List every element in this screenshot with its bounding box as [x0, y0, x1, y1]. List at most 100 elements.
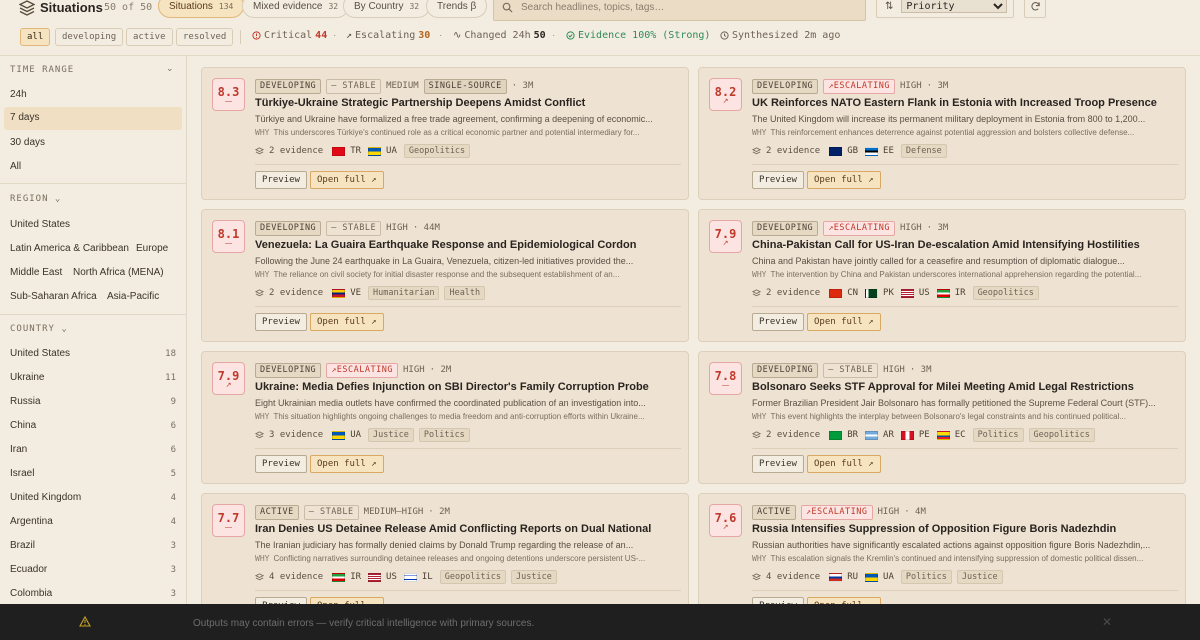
- headline[interactable]: Venezuela: La Guaira Earthquake Response…: [255, 239, 681, 251]
- preview-button[interactable]: Preview: [255, 171, 307, 189]
- flag-br-icon: [829, 430, 843, 440]
- open-full-button[interactable]: Open full ↗: [310, 313, 384, 331]
- open-full-button[interactable]: Open full ↗: [807, 313, 881, 331]
- tab-by-country[interactable]: By Country 32: [343, 0, 431, 18]
- tab-count: 32: [409, 1, 420, 11]
- preview-button[interactable]: Preview: [752, 171, 804, 189]
- time-7-days[interactable]: 7 days: [4, 107, 182, 130]
- country-item[interactable]: Iran 6: [0, 444, 186, 458]
- trend-icon: ↗: [722, 523, 729, 531]
- why-label: WHY: [255, 554, 270, 563]
- divider: [255, 306, 681, 307]
- divider: [0, 314, 186, 315]
- region-item[interactable]: Middle East: [10, 267, 62, 278]
- preview-button[interactable]: Preview: [752, 313, 804, 331]
- country-item[interactable]: Ukraine 11: [0, 372, 186, 386]
- evidence-count: 2 evidence: [766, 430, 821, 440]
- headline[interactable]: Russia Intensifies Suppression of Opposi…: [752, 523, 1178, 535]
- sort-select[interactable]: Priority: [901, 0, 1008, 13]
- region-item[interactable]: Europe: [136, 243, 168, 254]
- region-item[interactable]: North Africa (MENA): [73, 267, 164, 278]
- trend-icon: —: [225, 523, 232, 531]
- open-full-button[interactable]: Open full ↗: [310, 171, 384, 189]
- stat-label: Critical: [264, 30, 313, 41]
- country-item[interactable]: Argentina 4: [0, 516, 186, 530]
- country-title[interactable]: COUNTRY ⌄: [10, 324, 68, 334]
- country-code: GB: [847, 146, 859, 156]
- topic-tag[interactable]: Politics: [900, 570, 952, 584]
- why-body: This escalation signals the Kremlin's co…: [770, 554, 1144, 563]
- situation-card[interactable]: 7.8— DEVELOPING — STABLE HIGH · 3M Bolsonaro …: [698, 351, 1186, 484]
- topic-tag[interactable]: Justice: [956, 570, 1003, 584]
- situation-card[interactable]: 8.3— DEVELOPING — STABLE MEDIUM SINGLE-SOURC…: [201, 67, 689, 200]
- filter-all[interactable]: all: [20, 28, 51, 46]
- divider: [752, 164, 1178, 165]
- situation-card[interactable]: 7.9 ↗ DEVELOPING ↗ESCALATING HIGH · 2M Ukraine…: [201, 351, 689, 484]
- country-item[interactable]: Ecuador 3: [0, 564, 186, 578]
- tab-mixed-evidence[interactable]: Mixed evidence 32: [242, 0, 350, 18]
- preview-button[interactable]: Preview: [255, 313, 307, 331]
- filter-active[interactable]: active: [126, 28, 173, 46]
- headline[interactable]: China-Pakistan Call for US-Iran De-escal…: [752, 239, 1178, 251]
- region-item[interactable]: Sub-Saharan Africa: [10, 291, 97, 302]
- tab-count: 32: [328, 1, 339, 11]
- country-item[interactable]: China 6: [0, 420, 186, 434]
- region-title[interactable]: REGION ⌄: [10, 194, 61, 204]
- topic-tag[interactable]: Geopolitics: [439, 570, 507, 584]
- headline[interactable]: Bolsonaro Seeks STF Approval for Milei M…: [752, 381, 1178, 393]
- filter-developing[interactable]: developing: [55, 28, 124, 46]
- topic-tag[interactable]: Geopolitics: [403, 144, 471, 158]
- headline[interactable]: Türkiye-Ukraine Strategic Partnership De…: [255, 97, 681, 109]
- time-30-days[interactable]: 30 days: [10, 137, 45, 148]
- refresh-button[interactable]: [1024, 0, 1046, 18]
- topic-tag[interactable]: Geopolitics: [972, 286, 1039, 300]
- headline[interactable]: Iran Denies US Detainee Release Amid Con…: [255, 523, 681, 535]
- topic-tag[interactable]: Justice: [368, 428, 414, 442]
- chevron-down-icon[interactable]: ⌄: [166, 63, 174, 74]
- country-item[interactable]: Colombia 3: [0, 588, 186, 602]
- tab-trends[interactable]: Trends β: [426, 0, 488, 18]
- close-icon[interactable]: ✕: [1102, 615, 1112, 629]
- preview-button[interactable]: Preview: [752, 455, 804, 473]
- topic-tag[interactable]: Humanitarian: [368, 286, 440, 300]
- region-item[interactable]: United States: [10, 219, 70, 230]
- age-label: · 2M: [428, 507, 450, 517]
- headline[interactable]: Ukraine: Media Defies Injunction on SBI …: [255, 381, 681, 393]
- headline[interactable]: UK Reinforces NATO Eastern Flank in Esto…: [752, 97, 1178, 109]
- stat-label: Escalating: [355, 30, 416, 41]
- situation-card[interactable]: 8.2 ↗ DEVELOPING ↗ESCALATING HIGH · 3M UK Rein…: [698, 67, 1186, 200]
- open-full-button[interactable]: Open full ↗: [807, 171, 881, 189]
- evidence-row: 2 evidence BR AR PE EC Politics Geopolitics: [752, 428, 1095, 442]
- topic-tag[interactable]: Politics: [972, 428, 1024, 442]
- country-item[interactable]: Israel 5: [0, 468, 186, 482]
- preview-button[interactable]: Preview: [255, 455, 307, 473]
- tab-situations[interactable]: Situations 134: [158, 0, 245, 18]
- region-item[interactable]: Latin America & Caribbean: [10, 243, 129, 254]
- country-item[interactable]: United States 18: [0, 348, 186, 362]
- situation-card[interactable]: 8.1— DEVELOPING — STABLE HIGH · 44M Venezuela…: [201, 209, 689, 342]
- divider: [255, 590, 681, 591]
- situation-card[interactable]: 7.9 ↗ DEVELOPING ↗ESCALATING HIGH · 3M China-P…: [698, 209, 1186, 342]
- country-item[interactable]: Brazil 3: [0, 540, 186, 554]
- country-item[interactable]: United Kingdom 4: [0, 492, 186, 506]
- clock-icon: [720, 31, 729, 40]
- topic-tag[interactable]: Politics: [418, 428, 470, 442]
- topic-tag[interactable]: Health: [444, 286, 486, 300]
- why-label: WHY: [752, 554, 767, 563]
- open-full-button[interactable]: Open full ↗: [310, 455, 384, 473]
- country-item[interactable]: Russia 9: [0, 396, 186, 410]
- search-input[interactable]: [521, 2, 851, 13]
- layers-icon: [19, 0, 35, 16]
- topic-tag[interactable]: Defense: [900, 144, 947, 158]
- open-full-button[interactable]: Open full ↗: [807, 455, 881, 473]
- time-24h[interactable]: 24h: [10, 89, 27, 100]
- region-item[interactable]: Asia-Pacific: [107, 291, 159, 302]
- topic-tag[interactable]: Justice: [511, 570, 557, 584]
- filter-resolved[interactable]: resolved: [176, 28, 234, 46]
- score-value: 7.8: [714, 368, 737, 383]
- evidence-count: 2 evidence: [269, 288, 324, 298]
- topic-tag[interactable]: Geopolitics: [1028, 428, 1095, 442]
- evidence-count: 4 evidence: [766, 572, 821, 582]
- time-all[interactable]: All: [10, 161, 21, 172]
- flag-ua-icon: [865, 572, 879, 582]
